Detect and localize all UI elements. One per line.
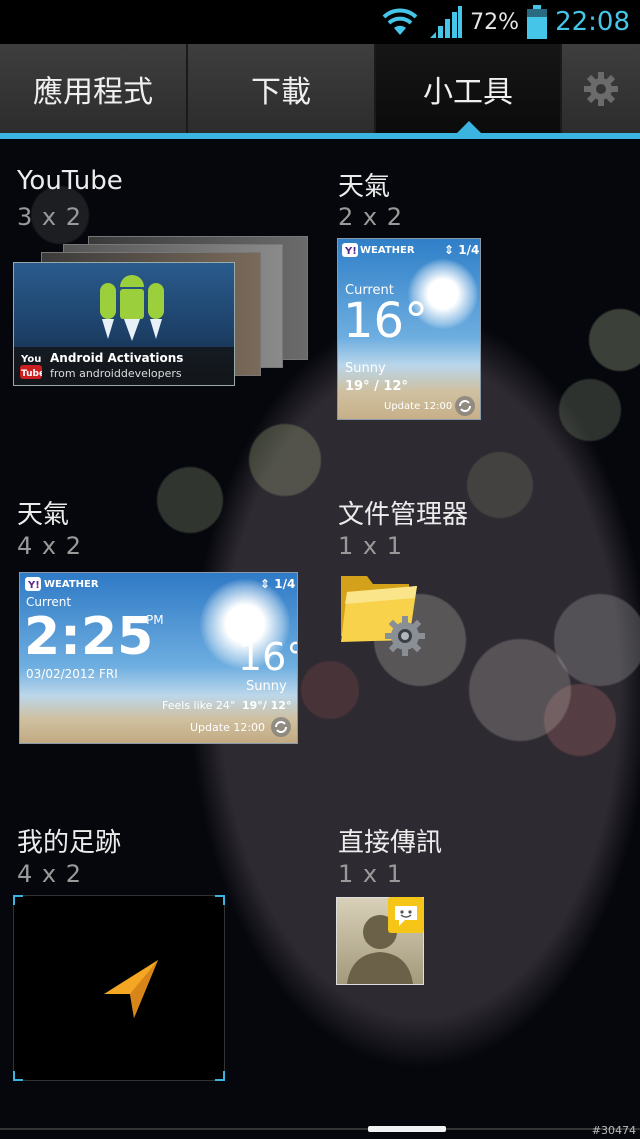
signal-icon (430, 6, 463, 38)
android-robot-icon (100, 275, 164, 341)
youtube-caption: You Tube Android Activations from androi… (14, 347, 234, 385)
battery-icon (527, 5, 548, 39)
youtube-video-card: You Tube Android Activations from androi… (13, 262, 235, 386)
widget-size: 1 x 1 (338, 532, 403, 560)
folder-gear-icon (341, 576, 425, 656)
widget-name: 直接傳訊 (338, 828, 443, 858)
tab-apps[interactable]: 應用程式 (0, 44, 188, 134)
corner-marker (13, 1071, 23, 1081)
weather-time: 2:25 (24, 607, 154, 667)
svg-text:Y!: Y! (344, 246, 357, 257)
weather-page-value: 1/4 (458, 243, 480, 257)
widget-size: 4 x 2 (17, 860, 82, 888)
tab-indicator-pointer (455, 121, 483, 135)
youtube-logo-you: You (20, 354, 41, 365)
yahoo-logo-icon: Y! (342, 243, 358, 257)
tab-downloads[interactable]: 下載 (188, 44, 376, 134)
clock: 22:08 (555, 7, 630, 37)
yahoo-logo-icon: Y! (25, 577, 41, 591)
message-bubble-icon (388, 897, 424, 933)
watermark: #30474 (591, 1124, 636, 1137)
widget-name: 天氣 (17, 500, 70, 530)
weather-range: 19° / 12° (345, 379, 408, 394)
status-bar: 72% 22:08 (0, 0, 640, 44)
weather-date: 03/02/2012 FRI (26, 667, 118, 681)
battery-percent: 72% (470, 9, 520, 35)
tab-downloads-label: 下載 (251, 75, 311, 110)
tab-bar: 應用程式 下載 小工具 (0, 44, 640, 134)
weather-ampm: PM (146, 613, 164, 627)
corner-marker (215, 1071, 225, 1081)
settings-button[interactable] (562, 44, 640, 134)
weather-temperature: 16° (343, 293, 429, 349)
wifi-icon (382, 8, 418, 35)
refresh-icon (271, 717, 291, 737)
navigation-arrow-icon (104, 960, 158, 1018)
weather-page: ⇕ 1/4 (260, 577, 296, 591)
tab-widgets-label: 小工具 (423, 75, 513, 110)
weather-range: 19°/ 12° (242, 699, 292, 712)
svg-text:Y!: Y! (27, 580, 40, 591)
youtube-video-subtitle: from androiddevelopers (50, 367, 182, 380)
weather-update: Update 12:00 (190, 721, 266, 734)
weather-small-preview: Y! WEATHER ⇕ 1/4 Current 16° Sunny 19° /… (337, 238, 481, 420)
refresh-icon (455, 396, 475, 416)
weather-brand: WEATHER (360, 245, 415, 256)
weather-feels-like: Feels like 24° (162, 699, 236, 712)
tab-indicator-line (0, 133, 640, 139)
weather-brand: WEATHER (44, 579, 99, 590)
weather-large-preview: Y! WEATHER ⇕ 1/4 Current 2:25 PM 03/02/2… (19, 572, 298, 744)
corner-marker (13, 895, 23, 905)
youtube-logo-tube: Tube (21, 369, 42, 379)
page-scroll-indicator (368, 1126, 446, 1132)
weather-temperature: 16° (238, 635, 297, 679)
gear-icon (584, 72, 618, 106)
page-divider (0, 1128, 640, 1130)
widget-size: 3 x 2 (17, 203, 82, 231)
youtube-video-title: Android Activations (50, 351, 184, 365)
widget-size: 1 x 1 (338, 860, 403, 888)
weather-condition: Sunny (345, 361, 386, 376)
youtube-logo-icon: You Tube (20, 354, 42, 379)
widget-name: 天氣 (338, 172, 391, 202)
weather-condition: Sunny (246, 679, 287, 694)
weather-page: ⇕ 1/4 (444, 243, 480, 257)
weather-update: Update 12:00 (384, 401, 453, 412)
tab-apps-label: 應用程式 (33, 75, 153, 110)
widget-name: 文件管理器 (338, 500, 469, 530)
widget-name: 我的足跡 (17, 828, 122, 858)
screen: 72% 22:08 應用程式 下載 小工具 YouTube 3 x 2 You … (0, 0, 640, 1139)
corner-marker (215, 895, 225, 905)
footprints-preview (13, 895, 225, 1081)
widget-name: YouTube (17, 166, 123, 196)
widget-size: 4 x 2 (17, 532, 82, 560)
widget-size: 2 x 2 (338, 203, 403, 231)
youtube-preview: You Tube Android Activations from androi… (13, 236, 309, 386)
weather-page-value: 1/4 (274, 577, 296, 591)
